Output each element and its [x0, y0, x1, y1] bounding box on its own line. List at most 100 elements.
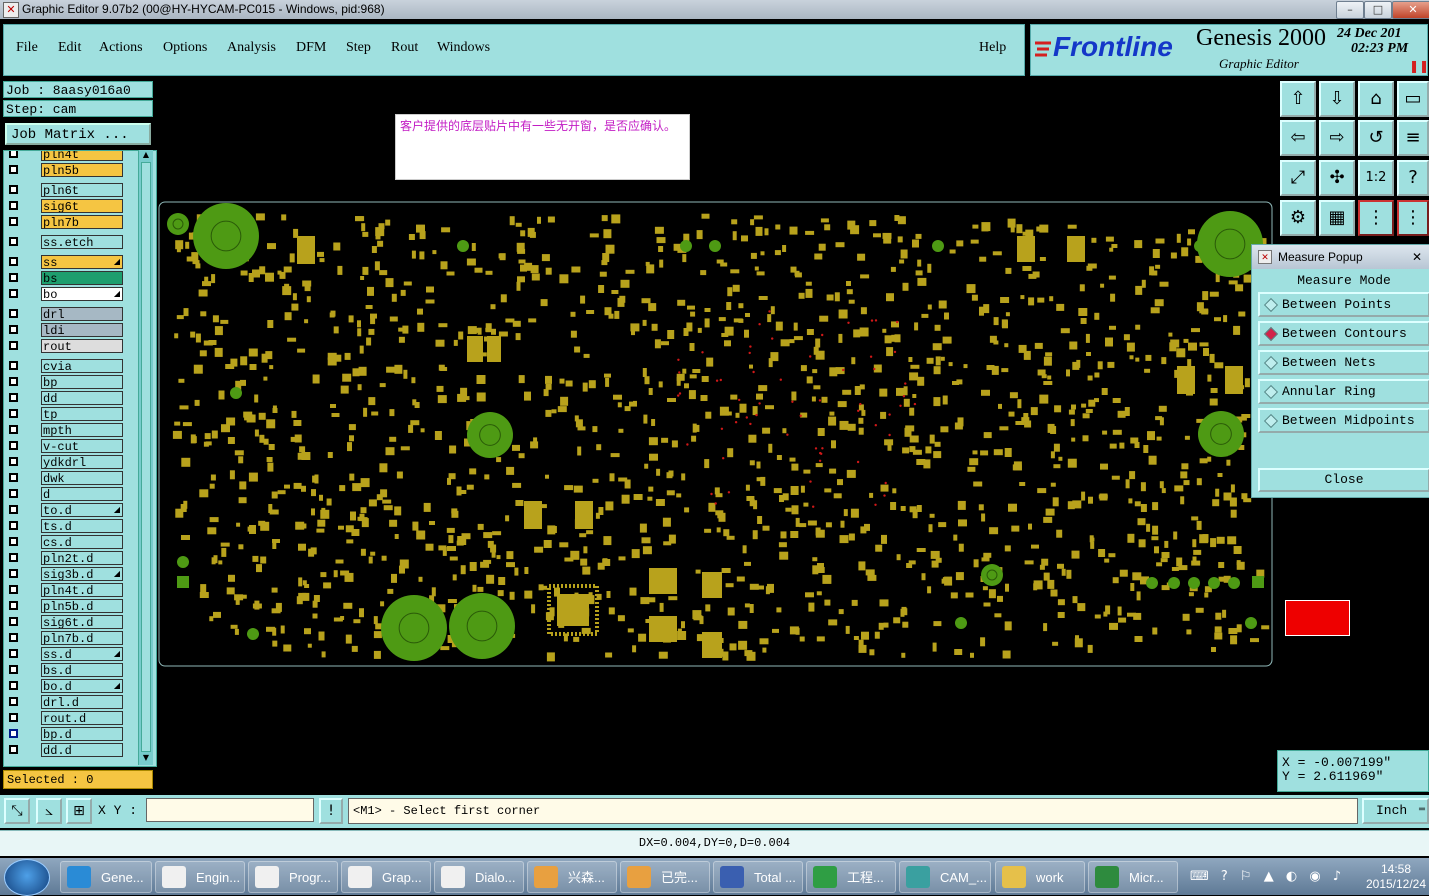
layer-row[interactable]: sig6t.d [4, 615, 139, 630]
measure-option-between-points[interactable]: Between Points [1258, 292, 1429, 317]
menu-file[interactable]: File [16, 40, 38, 56]
zoom-down-icon[interactable]: ⇩ [1319, 81, 1355, 117]
window-icon[interactable]: ▭ [1397, 81, 1429, 117]
layer-row[interactable]: pln2t.d [4, 551, 139, 566]
layer-row[interactable]: mpth [4, 423, 139, 438]
menu-edit[interactable]: Edit [58, 40, 81, 56]
layer-name[interactable]: ts.d [41, 519, 123, 533]
layer-checkbox[interactable] [9, 185, 18, 194]
taskbar-item[interactable]: Grap... [341, 861, 431, 893]
layer-row[interactable]: cs.d [4, 535, 139, 550]
menu-windows[interactable]: Windows [437, 40, 490, 56]
layer-row[interactable]: pln5b [4, 163, 139, 178]
layer-row[interactable]: drl.d [4, 695, 139, 710]
layer-name[interactable]: mpth [41, 423, 123, 437]
layer-row[interactable]: pln7b [4, 215, 139, 230]
layer-row[interactable]: d [4, 487, 139, 502]
layer-row[interactable]: bp.d [4, 727, 139, 742]
layer-checkbox[interactable] [9, 665, 18, 674]
popup-close-icon[interactable]: ✕ [1412, 245, 1422, 269]
layer-name[interactable]: cvia [41, 359, 123, 373]
layer-checkbox[interactable] [9, 441, 18, 450]
layer-row[interactable]: bp [4, 375, 139, 390]
layer-checkbox[interactable] [9, 729, 18, 738]
layer-checkbox[interactable] [9, 325, 18, 334]
layer-checkbox[interactable] [9, 309, 18, 318]
layer-checkbox[interactable] [9, 377, 18, 386]
layer-row[interactable]: ss.d [4, 647, 139, 662]
layer-checkbox[interactable] [9, 745, 18, 754]
grid-icon[interactable]: ▦ [1319, 200, 1355, 236]
zoom-center-icon[interactable]: ✣ [1319, 160, 1355, 196]
pcb-board-view[interactable] [157, 78, 1277, 795]
layer-row[interactable]: dd.d [4, 743, 139, 758]
scroll-up-arrow-icon[interactable]: ▲ [140, 150, 152, 160]
layer-checkbox[interactable] [9, 489, 18, 498]
layer-name[interactable]: ydkdrl [41, 455, 123, 469]
layer-list-scrollbar[interactable]: ▲ ▼ [138, 150, 153, 765]
layer-checkbox[interactable] [9, 201, 18, 210]
measure-close-button[interactable]: Close [1258, 468, 1429, 492]
layer-row[interactable]: rout.d [4, 711, 139, 726]
layer-checkbox[interactable] [9, 649, 18, 658]
layer-name[interactable]: dwk [41, 471, 123, 485]
layer-name[interactable]: drl [41, 307, 123, 321]
layer-name[interactable]: ss [41, 255, 123, 269]
redraw-icon[interactable]: ≡ [1397, 120, 1429, 156]
layer-row[interactable]: bo [4, 287, 139, 302]
layer-name[interactable]: sig6t.d [41, 615, 123, 629]
graphic-canvas[interactable]: 客户提供的底层贴片中有一些无开窗，是否应确认。 [157, 78, 1277, 795]
taskbar-item[interactable]: Total ... [713, 861, 803, 893]
layer-checkbox[interactable] [9, 537, 18, 546]
menu-help[interactable]: Help [979, 40, 1006, 56]
layer-name[interactable]: pln4t.d [41, 583, 123, 597]
layer-name[interactable]: bp.d [41, 727, 123, 741]
taskbar-item[interactable]: 已完... [620, 861, 710, 893]
measure-popup-header[interactable]: ✕ Measure Popup ✕ [1252, 245, 1429, 269]
layer-name[interactable]: bs.d [41, 663, 123, 677]
layer-checkbox[interactable] [9, 521, 18, 530]
layer-row[interactable]: pln5b.d [4, 599, 139, 614]
scroll-down-arrow-icon[interactable]: ▼ [140, 753, 152, 763]
measure-option-between-contours[interactable]: Between Contours [1258, 321, 1429, 346]
taskbar-item[interactable]: Gene... [60, 861, 152, 893]
layer-checkbox[interactable] [9, 341, 18, 350]
layer-row[interactable]: bs.d [4, 663, 139, 678]
measure-icon[interactable]: ⦣ [36, 798, 62, 824]
taskbar-item[interactable]: CAM_... [899, 861, 991, 893]
layer-row[interactable]: bo.d [4, 679, 139, 694]
layer-name[interactable]: to.d [41, 503, 123, 517]
layer-name[interactable]: pln7b.d [41, 631, 123, 645]
layer-name[interactable]: d [41, 487, 123, 501]
layer-name[interactable]: dd [41, 391, 123, 405]
measure-option-between-nets[interactable]: Between Nets [1258, 350, 1429, 375]
layer-name[interactable]: ss.d [41, 647, 123, 661]
pan-right-icon[interactable]: ⇨ [1319, 120, 1355, 156]
layer-row[interactable]: drl [4, 307, 139, 322]
scrollbar-thumb[interactable] [141, 162, 151, 752]
layer-row[interactable]: cvia [4, 359, 139, 374]
taskbar-item[interactable]: Engin... [155, 861, 245, 893]
layer-checkbox[interactable] [9, 151, 18, 158]
menu-rout[interactable]: Rout [391, 40, 418, 56]
layer-name[interactable]: bp [41, 375, 123, 389]
layers-red-icon[interactable]: ⋮ [1358, 200, 1394, 236]
layer-checkbox[interactable] [9, 289, 18, 298]
measure-option-between-midpoints[interactable]: Between Midpoints [1258, 408, 1429, 433]
xy-input[interactable] [146, 798, 314, 822]
layer-checkbox[interactable] [9, 505, 18, 514]
layer-checkbox[interactable] [9, 237, 18, 246]
scale-one-to-two-icon[interactable]: 1:2 [1358, 160, 1394, 196]
layer-row[interactable]: pln7b.d [4, 631, 139, 646]
layer-row[interactable]: ss [4, 255, 139, 270]
layer-checkbox[interactable] [9, 713, 18, 722]
layer-name[interactable]: bo.d [41, 679, 123, 693]
layer-row[interactable]: sig6t [4, 199, 139, 214]
layer-name[interactable]: bo [41, 287, 123, 301]
layer-checkbox[interactable] [9, 617, 18, 626]
info-icon[interactable]: ! [319, 798, 343, 824]
layer-checkbox[interactable] [9, 601, 18, 610]
layer-name[interactable]: pln4t [41, 151, 123, 161]
layer-row[interactable]: pln4t [4, 151, 139, 162]
pan-left-icon[interactable]: ⇦ [1280, 120, 1316, 156]
